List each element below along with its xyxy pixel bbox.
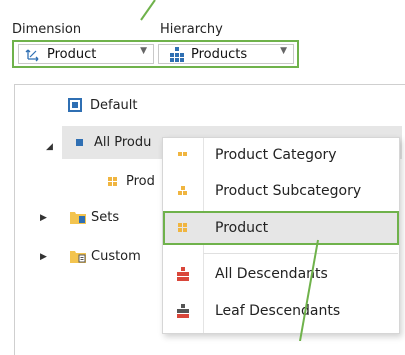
tree-item-label: All Produ xyxy=(94,134,152,150)
tree-item-all-products[interactable]: All Produ xyxy=(76,131,151,153)
toolbar-highlight-frame: Product ▼ Products ▼ xyxy=(12,40,299,68)
dimension-label: Dimension xyxy=(12,22,82,37)
callout-line-top xyxy=(140,0,156,21)
dimension-icon xyxy=(25,46,41,62)
level-icon xyxy=(176,221,190,235)
hierarchy-icon xyxy=(169,46,185,62)
menu-item-label: Leaf Descendants xyxy=(215,303,341,319)
menu-item-product-category[interactable]: Product Category xyxy=(163,138,399,172)
expand-arrow-icon[interactable]: ▶ xyxy=(40,213,47,223)
level-context-menu: Product Category Product Subcategory Pro… xyxy=(162,137,400,334)
level-icon xyxy=(176,148,190,162)
level-icon xyxy=(108,176,118,186)
menu-item-product[interactable]: Product xyxy=(163,211,399,245)
menu-item-leaf-descendants[interactable]: Leaf Descendants xyxy=(163,294,399,328)
tree-item-custom[interactable]: Custom xyxy=(70,245,141,267)
chevron-down-icon[interactable]: ▼ xyxy=(280,46,287,56)
menu-item-label: Product Category xyxy=(215,147,337,163)
tree-item-label: Sets xyxy=(91,209,120,225)
default-member-icon xyxy=(68,98,82,112)
tree-item-label: Custom xyxy=(91,248,141,264)
hierarchy-label: Hierarchy xyxy=(160,22,223,37)
folder-icon xyxy=(70,249,86,263)
tree-item-label: Default xyxy=(90,97,138,113)
tree-item-label: Prod xyxy=(126,173,155,189)
menu-item-label: All Descendants xyxy=(215,266,328,282)
hierarchy-value: Products xyxy=(191,46,248,62)
collapse-arrow-icon[interactable]: ◢ xyxy=(46,142,53,152)
tree-item-default[interactable]: Default xyxy=(68,94,138,116)
tree-item-sets[interactable]: Sets xyxy=(70,206,119,228)
dimension-value: Product xyxy=(47,46,97,62)
menu-item-all-descendants[interactable]: All Descendants xyxy=(163,257,399,291)
tree-item-product-level[interactable]: Prod xyxy=(108,170,155,192)
member-icon xyxy=(76,138,83,146)
menu-item-label: Product Subcategory xyxy=(215,183,362,199)
expand-arrow-icon[interactable]: ▶ xyxy=(40,252,47,262)
menu-item-product-subcategory[interactable]: Product Subcategory xyxy=(163,174,399,208)
chevron-down-icon[interactable]: ▼ xyxy=(140,46,147,56)
menu-item-label: Product xyxy=(215,220,269,236)
hierarchy-dark-icon xyxy=(176,304,190,318)
folder-icon xyxy=(70,210,86,224)
menu-separator xyxy=(203,253,398,254)
hierarchy-select[interactable]: Products ▼ xyxy=(158,44,294,64)
level-icon xyxy=(176,184,190,198)
hierarchy-red-icon xyxy=(176,267,190,281)
dimension-select[interactable]: Product ▼ xyxy=(18,44,154,64)
